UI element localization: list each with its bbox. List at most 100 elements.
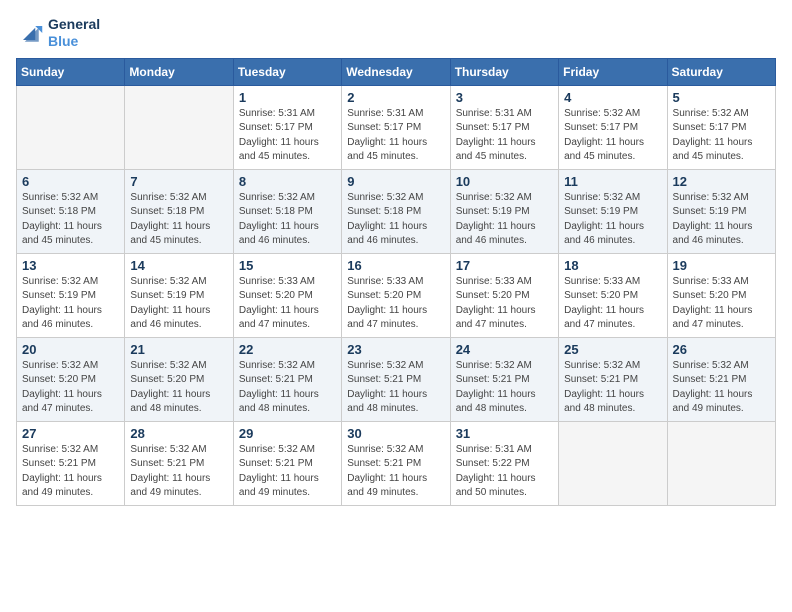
day-info: Sunrise: 5:32 AMSunset: 5:17 PMDaylight:… <box>564 107 661 165</box>
calendar-cell: 10Sunrise: 5:32 AMSunset: 5:19 PMDayligh… <box>450 169 558 253</box>
day-info: Sunrise: 5:32 AMSunset: 5:18 PMDaylight:… <box>239 191 336 249</box>
day-number: 4 <box>564 90 661 105</box>
day-number: 11 <box>564 174 661 189</box>
calendar-cell: 12 Sunrise: 5:32 AMSunset: 5:19 PMDayligh… <box>667 169 775 253</box>
day-info: Sunrise: 5:33 AMSunset: 5:20 PMDaylight:… <box>456 275 553 333</box>
weekday-header-sunday: Sunday <box>17 58 125 85</box>
day-info: Sunrise: 5:31 AMSunset: 5:17 PMDaylight:… <box>239 107 336 165</box>
calendar-cell: 9Sunrise: 5:32 AMSunset: 5:18 PMDaylight… <box>342 169 450 253</box>
day-info: Sunrise: 5:32 AMSunset: 5:19 PMDaylight:… <box>22 275 119 333</box>
calendar-cell: 23 Sunrise: 5:32 AMSunset: 5:21 PMDayligh… <box>342 337 450 421</box>
calendar-cell: 25 Sunrise: 5:32 AMSunset: 5:21 PMDayligh… <box>559 337 667 421</box>
logo-icon <box>16 19 44 47</box>
calendar-cell: 5 Sunrise: 5:32 AMSunset: 5:17 PMDaylight… <box>667 85 775 169</box>
day-info: Sunrise: 5:32 AMSunset: 5:21 PMDaylight:… <box>456 359 553 417</box>
day-info: Sunrise: 5:32 AMSunset: 5:17 PMDaylight:… <box>673 107 770 165</box>
day-info: Sunrise: 5:32 AMSunset: 5:20 PMDaylight:… <box>130 359 227 417</box>
day-info: Sunrise: 5:33 AMSunset: 5:20 PMDaylight:… <box>347 275 444 333</box>
calendar-cell: 18Sunrise: 5:33 AMSunset: 5:20 PMDayligh… <box>559 253 667 337</box>
calendar-cell: 15 Sunrise: 5:33 AMSunset: 5:20 PMDayligh… <box>233 253 341 337</box>
weekday-header-saturday: Saturday <box>667 58 775 85</box>
day-info: Sunrise: 5:32 AMSunset: 5:21 PMDaylight:… <box>564 359 661 417</box>
calendar-cell <box>559 421 667 505</box>
calendar-week-row: 27 Sunrise: 5:32 AMSunset: 5:21 PMDayligh… <box>17 421 776 505</box>
day-number: 10 <box>456 174 553 189</box>
calendar-week-row: 1 Sunrise: 5:31 AMSunset: 5:17 PMDaylight… <box>17 85 776 169</box>
day-number: 12 <box>673 174 770 189</box>
day-number: 9 <box>347 174 444 189</box>
page-header: General Blue <box>16 16 776 50</box>
day-number: 8 <box>239 174 336 189</box>
day-number: 7 <box>130 174 227 189</box>
day-number: 27 <box>22 426 119 441</box>
day-info: Sunrise: 5:32 AMSunset: 5:19 PMDaylight:… <box>130 275 227 333</box>
calendar-cell: 21 Sunrise: 5:32 AMSunset: 5:20 PMDayligh… <box>125 337 233 421</box>
calendar-cell: 28 Sunrise: 5:32 AMSunset: 5:21 PMDayligh… <box>125 421 233 505</box>
calendar-cell <box>17 85 125 169</box>
day-number: 13 <box>22 258 119 273</box>
day-number: 14 <box>130 258 227 273</box>
day-number: 31 <box>456 426 553 441</box>
day-info: Sunrise: 5:32 AMSunset: 5:19 PMDaylight:… <box>564 191 661 249</box>
day-number: 29 <box>239 426 336 441</box>
calendar-cell: 20 Sunrise: 5:32 AMSunset: 5:20 PMDayligh… <box>17 337 125 421</box>
day-info: Sunrise: 5:32 AMSunset: 5:18 PMDaylight:… <box>22 191 119 249</box>
day-info: Sunrise: 5:32 AMSunset: 5:21 PMDaylight:… <box>347 359 444 417</box>
calendar-cell: 30 Sunrise: 5:32 AMSunset: 5:21 PMDayligh… <box>342 421 450 505</box>
day-number: 24 <box>456 342 553 357</box>
day-number: 1 <box>239 90 336 105</box>
day-info: Sunrise: 5:33 AMSunset: 5:20 PMDaylight:… <box>239 275 336 333</box>
day-info: Sunrise: 5:32 AMSunset: 5:18 PMDaylight:… <box>130 191 227 249</box>
calendar-body: 1 Sunrise: 5:31 AMSunset: 5:17 PMDaylight… <box>17 85 776 505</box>
calendar-cell: 11 Sunrise: 5:32 AMSunset: 5:19 PMDayligh… <box>559 169 667 253</box>
day-number: 25 <box>564 342 661 357</box>
day-info: Sunrise: 5:32 AMSunset: 5:21 PMDaylight:… <box>22 443 119 501</box>
calendar-cell: 4 Sunrise: 5:32 AMSunset: 5:17 PMDaylight… <box>559 85 667 169</box>
day-info: Sunrise: 5:33 AMSunset: 5:20 PMDaylight:… <box>564 275 661 333</box>
calendar-cell: 8 Sunrise: 5:32 AMSunset: 5:18 PMDaylight… <box>233 169 341 253</box>
calendar-cell: 22 Sunrise: 5:32 AMSunset: 5:21 PMDayligh… <box>233 337 341 421</box>
day-number: 28 <box>130 426 227 441</box>
calendar: SundayMondayTuesdayWednesdayThursdayFrid… <box>16 58 776 506</box>
day-info: Sunrise: 5:32 AMSunset: 5:21 PMDaylight:… <box>130 443 227 501</box>
calendar-cell <box>667 421 775 505</box>
day-info: Sunrise: 5:31 AMSunset: 5:17 PMDaylight:… <box>456 107 553 165</box>
calendar-cell: 1 Sunrise: 5:31 AMSunset: 5:17 PMDaylight… <box>233 85 341 169</box>
day-number: 6 <box>22 174 119 189</box>
calendar-cell: 14 Sunrise: 5:32 AMSunset: 5:19 PMDayligh… <box>125 253 233 337</box>
calendar-cell: 6 Sunrise: 5:32 AMSunset: 5:18 PMDaylight… <box>17 169 125 253</box>
day-info: Sunrise: 5:33 AMSunset: 5:20 PMDaylight:… <box>673 275 770 333</box>
day-number: 16 <box>347 258 444 273</box>
day-info: Sunrise: 5:32 AMSunset: 5:21 PMDaylight:… <box>347 443 444 501</box>
day-info: Sunrise: 5:32 AMSunset: 5:21 PMDaylight:… <box>239 359 336 417</box>
day-number: 5 <box>673 90 770 105</box>
day-number: 23 <box>347 342 444 357</box>
calendar-cell: 29 Sunrise: 5:32 AMSunset: 5:21 PMDayligh… <box>233 421 341 505</box>
day-info: Sunrise: 5:32 AMSunset: 5:20 PMDaylight:… <box>22 359 119 417</box>
day-number: 21 <box>130 342 227 357</box>
day-number: 20 <box>22 342 119 357</box>
calendar-cell: 17 Sunrise: 5:33 AMSunset: 5:20 PMDayligh… <box>450 253 558 337</box>
day-number: 22 <box>239 342 336 357</box>
calendar-cell: 16 Sunrise: 5:33 AMSunset: 5:20 PMDayligh… <box>342 253 450 337</box>
calendar-cell: 31 Sunrise: 5:31 AMSunset: 5:22 PMDayligh… <box>450 421 558 505</box>
day-number: 26 <box>673 342 770 357</box>
calendar-cell: 26 Sunrise: 5:32 AMSunset: 5:21 PMDayligh… <box>667 337 775 421</box>
day-number: 2 <box>347 90 444 105</box>
day-number: 30 <box>347 426 444 441</box>
calendar-cell: 19 Sunrise: 5:33 AMSunset: 5:20 PMDayligh… <box>667 253 775 337</box>
day-info: Sunrise: 5:32 AMSunset: 5:21 PMDaylight:… <box>673 359 770 417</box>
day-number: 15 <box>239 258 336 273</box>
calendar-cell: 24 Sunrise: 5:32 AMSunset: 5:21 PMDayligh… <box>450 337 558 421</box>
weekday-header-wednesday: Wednesday <box>342 58 450 85</box>
day-number: 19 <box>673 258 770 273</box>
logo: General Blue <box>16 16 100 50</box>
calendar-header-row: SundayMondayTuesdayWednesdayThursdayFrid… <box>17 58 776 85</box>
day-number: 17 <box>456 258 553 273</box>
day-info: Sunrise: 5:32 AMSunset: 5:21 PMDaylight:… <box>239 443 336 501</box>
calendar-cell: 27 Sunrise: 5:32 AMSunset: 5:21 PMDayligh… <box>17 421 125 505</box>
day-info: Sunrise: 5:32 AMSunset: 5:19 PMDaylight:… <box>673 191 770 249</box>
day-info: Sunrise: 5:31 AMSunset: 5:17 PMDaylight:… <box>347 107 444 165</box>
weekday-header-tuesday: Tuesday <box>233 58 341 85</box>
day-info: Sunrise: 5:31 AMSunset: 5:22 PMDaylight:… <box>456 443 553 501</box>
